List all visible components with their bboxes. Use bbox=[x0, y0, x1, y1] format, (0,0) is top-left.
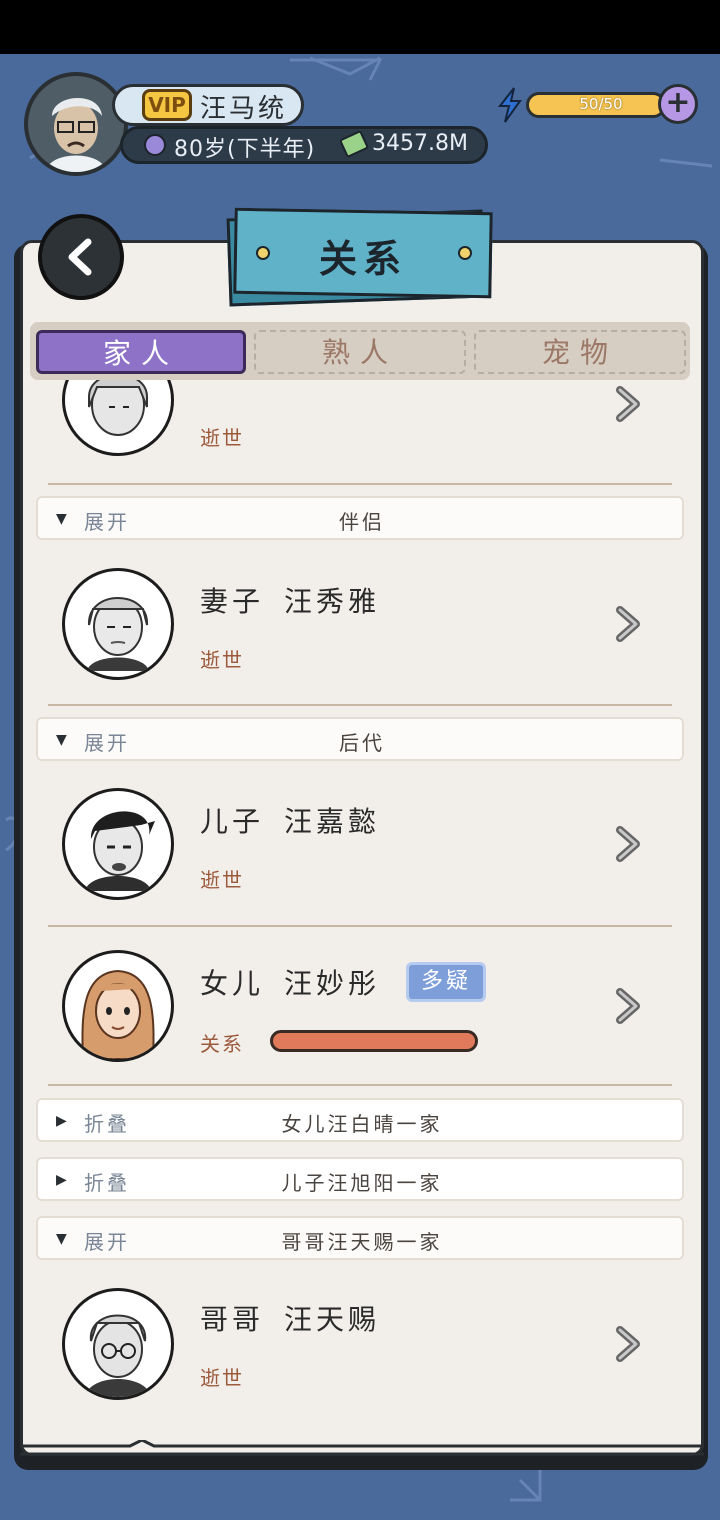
relationship-list[interactable]: 逝世 ▼ 展开 伴侣 妻子 汪秀雅 逝世 ▼ 展开 后代 儿子 汪嘉懿 逝世 女… bbox=[0, 380, 720, 1440]
person-name: 汪嘉懿 bbox=[284, 805, 381, 838]
vip-badge[interactable]: VIP bbox=[142, 89, 192, 121]
tab-pets[interactable]: 宠物 bbox=[474, 330, 686, 374]
group-title: 伴侣 bbox=[339, 510, 385, 534]
chevron-right-icon[interactable] bbox=[612, 1324, 646, 1364]
add-energy-button[interactable]: + bbox=[658, 84, 698, 124]
group-title: 儿子汪旭阳一家 bbox=[281, 1171, 443, 1195]
tab-family[interactable]: 家人 bbox=[36, 330, 246, 374]
chevron-right-icon[interactable] bbox=[612, 384, 646, 424]
list-divider bbox=[48, 925, 672, 927]
clock-icon bbox=[144, 134, 166, 156]
young-woman-portrait-icon bbox=[81, 969, 155, 1059]
chevron-left-icon bbox=[68, 238, 92, 276]
old-man-portrait-icon bbox=[28, 76, 124, 172]
person-status: 逝世 bbox=[200, 868, 244, 892]
group-header-daughter-family[interactable]: ▶ 折叠 女儿汪白晴一家 bbox=[36, 1098, 684, 1142]
player-money: 3457.8M bbox=[372, 131, 468, 156]
person-name: 汪秀雅 bbox=[284, 585, 381, 618]
chevron-right-icon[interactable] bbox=[612, 604, 646, 644]
old-man-glasses-portrait-icon bbox=[85, 1314, 151, 1397]
group-header-descendants[interactable]: ▼ 展开 后代 bbox=[36, 717, 684, 761]
relationship-bar bbox=[270, 1030, 478, 1052]
chevron-right-icon[interactable] bbox=[612, 986, 646, 1026]
list-divider bbox=[48, 1084, 672, 1086]
page-title: 关系 bbox=[318, 236, 407, 281]
player-avatar[interactable] bbox=[24, 72, 128, 176]
person-portrait[interactable] bbox=[62, 1288, 174, 1400]
elderly-woman-portrait-icon bbox=[88, 380, 148, 436]
person-role: 妻子 bbox=[200, 585, 265, 618]
energy-value: 50/50 bbox=[579, 95, 623, 113]
list-divider bbox=[48, 483, 672, 485]
personality-tag[interactable]: 多疑 bbox=[406, 962, 486, 1002]
group-title: 女儿汪白晴一家 bbox=[281, 1112, 443, 1136]
man-portrait-icon bbox=[85, 811, 155, 891]
person-status: 逝世 bbox=[200, 1366, 244, 1390]
person-role: 哥哥 bbox=[200, 1303, 265, 1336]
person-portrait[interactable] bbox=[62, 568, 174, 680]
person-name: 汪妙彤 bbox=[284, 967, 381, 1000]
energy-bolt-icon bbox=[497, 87, 522, 123]
person-portrait[interactable] bbox=[62, 380, 174, 456]
person-portrait[interactable] bbox=[62, 788, 174, 900]
person-role: 儿子 bbox=[200, 805, 265, 838]
player-name: 汪马统 bbox=[200, 94, 288, 124]
elderly-woman-portrait-icon bbox=[87, 597, 149, 671]
paper-bottom-edge bbox=[20, 1440, 704, 1456]
group-title: 后代 bbox=[339, 731, 385, 755]
relationship-label: 关系 bbox=[200, 1032, 244, 1056]
group-title: 哥哥汪天赐一家 bbox=[281, 1230, 443, 1254]
list-divider bbox=[48, 704, 672, 706]
tab-acquaintances[interactable]: 熟人 bbox=[254, 330, 466, 374]
person-name: 汪天赐 bbox=[284, 1303, 381, 1336]
person-portrait[interactable] bbox=[62, 950, 174, 1062]
group-header-brother-family[interactable]: ▼ 展开 哥哥汪天赐一家 bbox=[36, 1216, 684, 1260]
group-header-son-family[interactable]: ▶ 折叠 儿子汪旭阳一家 bbox=[36, 1157, 684, 1201]
back-button[interactable] bbox=[38, 214, 124, 300]
person-role: 女儿 bbox=[200, 967, 265, 1000]
person-status: 逝世 bbox=[200, 648, 244, 672]
chevron-right-icon[interactable] bbox=[612, 824, 646, 864]
player-age: 80岁(下半年) bbox=[174, 137, 316, 162]
person-status: 逝世 bbox=[200, 426, 244, 450]
group-header-partner[interactable]: ▼ 展开 伴侣 bbox=[36, 496, 684, 540]
